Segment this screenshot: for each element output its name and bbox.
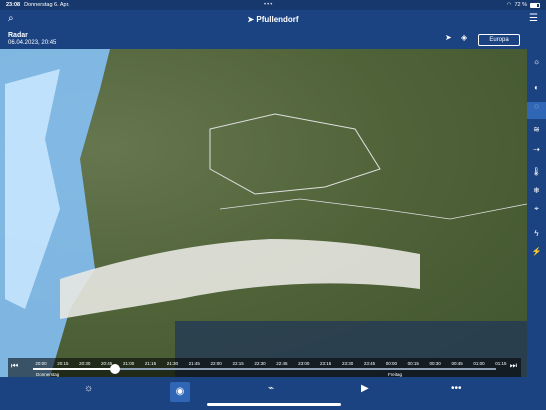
radar-icon[interactable]: ◌	[527, 102, 546, 119]
timeline-tick: 22:00	[210, 361, 222, 366]
timeline-tick: 23:30	[341, 361, 354, 366]
location-title[interactable]: ➤ Pfullendorf	[0, 15, 546, 24]
status-date: Donnerstag 6. Apr.	[24, 2, 70, 8]
timeline-tick: 22:15	[232, 361, 244, 366]
timeline-tick: 20:30	[79, 361, 91, 366]
compass-icon[interactable]: ⌖	[527, 204, 546, 214]
timeline-tick: 20:00	[35, 361, 47, 366]
timeline-tick: 20:15	[57, 361, 69, 366]
skip-back-icon[interactable]: ⏮	[11, 361, 18, 371]
timeline-tick: 22:30	[254, 361, 266, 366]
timeline-tick: 00:00	[385, 361, 398, 366]
battery-percent: 72 %	[514, 2, 527, 8]
bolt-icon[interactable]: ⚡	[527, 247, 546, 256]
timeline-tick: 23:00	[298, 361, 310, 366]
weather-tab-icon[interactable]: ☼	[84, 383, 93, 394]
wind-icon[interactable]: ≋	[527, 125, 546, 134]
radar-tab-icon[interactable]: ◉	[170, 382, 190, 402]
home-indicator[interactable]	[207, 403, 341, 406]
location-name: Pfullendorf	[256, 15, 299, 24]
navigation-arrow-icon[interactable]: ➤	[445, 33, 452, 42]
timeline-tick: 00:45	[451, 361, 463, 366]
wind-arrow-icon[interactable]: ⇢	[527, 145, 546, 154]
timeline-tick: 00:30	[429, 361, 441, 366]
lightning-icon[interactable]: ϟ	[527, 229, 546, 238]
skip-forward-icon[interactable]: ⏭	[510, 361, 517, 371]
alps-snow	[60, 239, 420, 319]
timeline-tick: 01:15	[495, 361, 507, 366]
timeline-tick: 23:15	[320, 361, 332, 366]
czech-border	[209, 113, 381, 195]
status-bar: 23:08 Donnerstag 6. Apr. ••• ◠ 72 %	[0, 0, 546, 10]
timeline-tick: 00:15	[407, 361, 419, 366]
play-tab-icon[interactable]: ▶	[361, 383, 369, 394]
snow-icon[interactable]: ❄	[527, 186, 546, 195]
timeline-tick: 01:00	[473, 361, 485, 366]
status-time: 23:08	[6, 2, 21, 8]
radar-title: Radar	[8, 32, 28, 39]
country-borders	[219, 198, 527, 220]
more-tab-icon[interactable]: •••	[451, 383, 462, 394]
timeline-tick: 21:00	[122, 361, 135, 366]
status-right: ◠ 72 %	[507, 2, 540, 8]
radar-header: Radar 06.04.2023, 20:45 ➤ ◈ Europa	[0, 30, 546, 49]
thermometer-icon[interactable]: 🌡	[527, 167, 546, 176]
timeline-tick: 21:30	[166, 361, 179, 366]
wifi-icon: ◠	[506, 2, 512, 8]
timeline-bar: ⏮ ⏭ 20:00 20:15 20:30 20:45 21:00 21:15 21:30 2…	[8, 358, 521, 378]
timeline-played	[33, 368, 113, 370]
sun-cloud-icon[interactable]: ☼	[527, 57, 546, 66]
menu-icon[interactable]: ☰	[529, 13, 538, 24]
map-svg	[0, 49, 527, 377]
region-button[interactable]: Europa	[478, 34, 520, 46]
radar-datetime: 06.04.2023, 20:45	[8, 40, 57, 46]
weather-icon[interactable]: ◐	[527, 83, 546, 92]
map-tab-icon[interactable]: ⌁	[268, 383, 274, 394]
battery-icon	[530, 2, 540, 8]
radar-map[interactable]	[0, 49, 527, 377]
timeline-tick: 21:45	[188, 361, 200, 366]
timeline-tick: 22:45	[276, 361, 288, 366]
timeline-tick: 21:15	[144, 361, 157, 366]
timeline-tick: 23:45	[363, 361, 376, 366]
right-toolbar: ☼ ◐ ◌ ≋ ⇢ 🌡 ❄ ⌖ ϟ ⚡	[527, 49, 546, 377]
timeline-tick: 20:45	[101, 361, 113, 366]
multitask-dots[interactable]: •••	[264, 2, 273, 8]
layers-icon[interactable]: ◈	[461, 33, 467, 42]
app-header: ⌕ ➤ Pfullendorf ☰	[0, 10, 546, 30]
weather-app: 23:08 Donnerstag 6. Apr. ••• ◠ 72 % ⌕ ➤ …	[0, 0, 546, 410]
